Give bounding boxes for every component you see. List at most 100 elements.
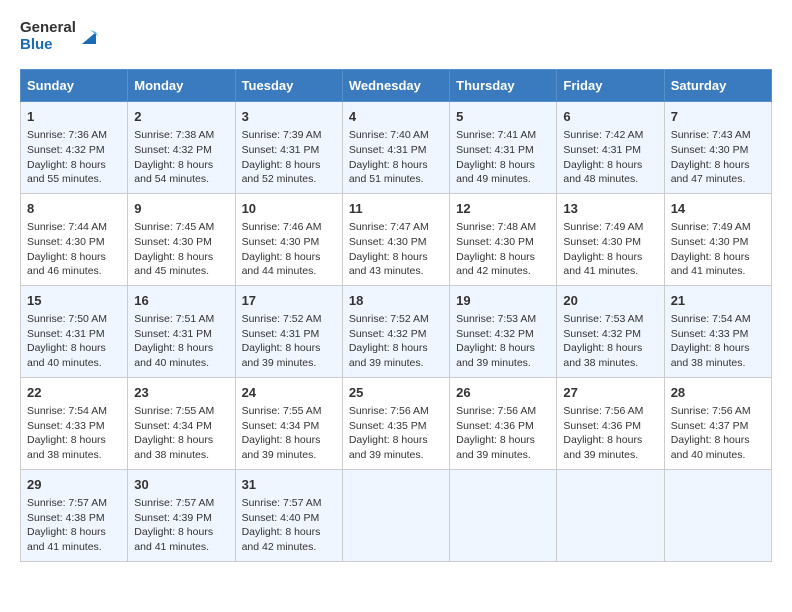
day-number: 28 — [671, 384, 765, 402]
sunset-text: Sunset: 4:38 PM — [27, 512, 105, 524]
daylight-text: Daylight: 8 hours and 39 minutes. — [349, 342, 428, 369]
calendar-cell: 14Sunrise: 7:49 AMSunset: 4:30 PMDayligh… — [664, 193, 771, 285]
calendar-week-3: 15Sunrise: 7:50 AMSunset: 4:31 PMDayligh… — [21, 285, 772, 377]
sunset-text: Sunset: 4:30 PM — [134, 236, 212, 248]
day-number: 3 — [242, 108, 336, 126]
sunset-text: Sunset: 4:30 PM — [349, 236, 427, 248]
day-number: 16 — [134, 292, 228, 310]
calendar-cell: 11Sunrise: 7:47 AMSunset: 4:30 PMDayligh… — [342, 193, 449, 285]
daylight-text: Daylight: 8 hours and 46 minutes. — [27, 251, 106, 278]
daylight-text: Daylight: 8 hours and 40 minutes. — [27, 342, 106, 369]
sunrise-text: Sunrise: 7:53 AM — [563, 313, 643, 325]
calendar-cell: 9Sunrise: 7:45 AMSunset: 4:30 PMDaylight… — [128, 193, 235, 285]
header-sunday: Sunday — [21, 70, 128, 102]
sunset-text: Sunset: 4:34 PM — [134, 420, 212, 432]
day-number: 21 — [671, 292, 765, 310]
sunset-text: Sunset: 4:36 PM — [456, 420, 534, 432]
calendar-cell — [450, 469, 557, 561]
calendar-cell: 30Sunrise: 7:57 AMSunset: 4:39 PMDayligh… — [128, 469, 235, 561]
sunrise-text: Sunrise: 7:40 AM — [349, 129, 429, 141]
day-number: 18 — [349, 292, 443, 310]
logo: General Blue — [20, 20, 100, 53]
calendar-cell: 16Sunrise: 7:51 AMSunset: 4:31 PMDayligh… — [128, 285, 235, 377]
daylight-text: Daylight: 8 hours and 49 minutes. — [456, 159, 535, 186]
calendar-cell: 8Sunrise: 7:44 AMSunset: 4:30 PMDaylight… — [21, 193, 128, 285]
calendar-cell: 17Sunrise: 7:52 AMSunset: 4:31 PMDayligh… — [235, 285, 342, 377]
sunset-text: Sunset: 4:34 PM — [242, 420, 320, 432]
daylight-text: Daylight: 8 hours and 39 minutes. — [242, 434, 321, 461]
sunset-text: Sunset: 4:31 PM — [563, 144, 641, 156]
daylight-text: Daylight: 8 hours and 55 minutes. — [27, 159, 106, 186]
day-number: 29 — [27, 476, 121, 494]
sunrise-text: Sunrise: 7:50 AM — [27, 313, 107, 325]
sunset-text: Sunset: 4:30 PM — [563, 236, 641, 248]
calendar-cell — [342, 469, 449, 561]
sunrise-text: Sunrise: 7:51 AM — [134, 313, 214, 325]
day-number: 9 — [134, 200, 228, 218]
daylight-text: Daylight: 8 hours and 39 minutes. — [456, 434, 535, 461]
sunrise-text: Sunrise: 7:54 AM — [671, 313, 751, 325]
sunset-text: Sunset: 4:32 PM — [563, 328, 641, 340]
daylight-text: Daylight: 8 hours and 39 minutes. — [456, 342, 535, 369]
day-number: 6 — [563, 108, 657, 126]
sunrise-text: Sunrise: 7:52 AM — [349, 313, 429, 325]
sunrise-text: Sunrise: 7:56 AM — [563, 405, 643, 417]
daylight-text: Daylight: 8 hours and 38 minutes. — [563, 342, 642, 369]
calendar-cell: 25Sunrise: 7:56 AMSunset: 4:35 PMDayligh… — [342, 377, 449, 469]
calendar-cell: 23Sunrise: 7:55 AMSunset: 4:34 PMDayligh… — [128, 377, 235, 469]
daylight-text: Daylight: 8 hours and 40 minutes. — [134, 342, 213, 369]
calendar-cell: 2Sunrise: 7:38 AMSunset: 4:32 PMDaylight… — [128, 102, 235, 194]
calendar-cell: 15Sunrise: 7:50 AMSunset: 4:31 PMDayligh… — [21, 285, 128, 377]
calendar-cell: 10Sunrise: 7:46 AMSunset: 4:30 PMDayligh… — [235, 193, 342, 285]
sunrise-text: Sunrise: 7:53 AM — [456, 313, 536, 325]
daylight-text: Daylight: 8 hours and 45 minutes. — [134, 251, 213, 278]
day-number: 8 — [27, 200, 121, 218]
sunrise-text: Sunrise: 7:38 AM — [134, 129, 214, 141]
sunset-text: Sunset: 4:32 PM — [27, 144, 105, 156]
sunset-text: Sunset: 4:32 PM — [134, 144, 212, 156]
sunset-text: Sunset: 4:31 PM — [27, 328, 105, 340]
daylight-text: Daylight: 8 hours and 39 minutes. — [349, 434, 428, 461]
sunrise-text: Sunrise: 7:55 AM — [242, 405, 322, 417]
sunset-text: Sunset: 4:33 PM — [671, 328, 749, 340]
header-thursday: Thursday — [450, 70, 557, 102]
day-number: 22 — [27, 384, 121, 402]
sunset-text: Sunset: 4:35 PM — [349, 420, 427, 432]
daylight-text: Daylight: 8 hours and 41 minutes. — [671, 251, 750, 278]
sunset-text: Sunset: 4:33 PM — [27, 420, 105, 432]
sunset-text: Sunset: 4:31 PM — [242, 144, 320, 156]
day-number: 4 — [349, 108, 443, 126]
header-friday: Friday — [557, 70, 664, 102]
daylight-text: Daylight: 8 hours and 48 minutes. — [563, 159, 642, 186]
sunrise-text: Sunrise: 7:52 AM — [242, 313, 322, 325]
sunrise-text: Sunrise: 7:57 AM — [242, 497, 322, 509]
calendar-week-4: 22Sunrise: 7:54 AMSunset: 4:33 PMDayligh… — [21, 377, 772, 469]
header-monday: Monday — [128, 70, 235, 102]
sunrise-text: Sunrise: 7:49 AM — [563, 221, 643, 233]
calendar-cell: 31Sunrise: 7:57 AMSunset: 4:40 PMDayligh… — [235, 469, 342, 561]
calendar-cell: 28Sunrise: 7:56 AMSunset: 4:37 PMDayligh… — [664, 377, 771, 469]
day-number: 20 — [563, 292, 657, 310]
sunset-text: Sunset: 4:30 PM — [242, 236, 320, 248]
calendar-cell — [664, 469, 771, 561]
sunrise-text: Sunrise: 7:43 AM — [671, 129, 751, 141]
calendar-cell — [557, 469, 664, 561]
sunset-text: Sunset: 4:31 PM — [242, 328, 320, 340]
sunrise-text: Sunrise: 7:55 AM — [134, 405, 214, 417]
sunrise-text: Sunrise: 7:42 AM — [563, 129, 643, 141]
day-number: 1 — [27, 108, 121, 126]
daylight-text: Daylight: 8 hours and 47 minutes. — [671, 159, 750, 186]
sunrise-text: Sunrise: 7:36 AM — [27, 129, 107, 141]
daylight-text: Daylight: 8 hours and 54 minutes. — [134, 159, 213, 186]
calendar-cell: 1 Sunrise: 7:36 AM Sunset: 4:32 PM Daylight… — [21, 102, 128, 194]
daylight-text: Daylight: 8 hours and 41 minutes. — [27, 526, 106, 553]
sunset-text: Sunset: 4:39 PM — [134, 512, 212, 524]
calendar-cell: 24Sunrise: 7:55 AMSunset: 4:34 PMDayligh… — [235, 377, 342, 469]
day-number: 19 — [456, 292, 550, 310]
sunset-text: Sunset: 4:37 PM — [671, 420, 749, 432]
sunrise-text: Sunrise: 7:57 AM — [134, 497, 214, 509]
calendar-cell: 5Sunrise: 7:41 AMSunset: 4:31 PMDaylight… — [450, 102, 557, 194]
day-number: 13 — [563, 200, 657, 218]
day-number: 31 — [242, 476, 336, 494]
sunset-text: Sunset: 4:30 PM — [27, 236, 105, 248]
